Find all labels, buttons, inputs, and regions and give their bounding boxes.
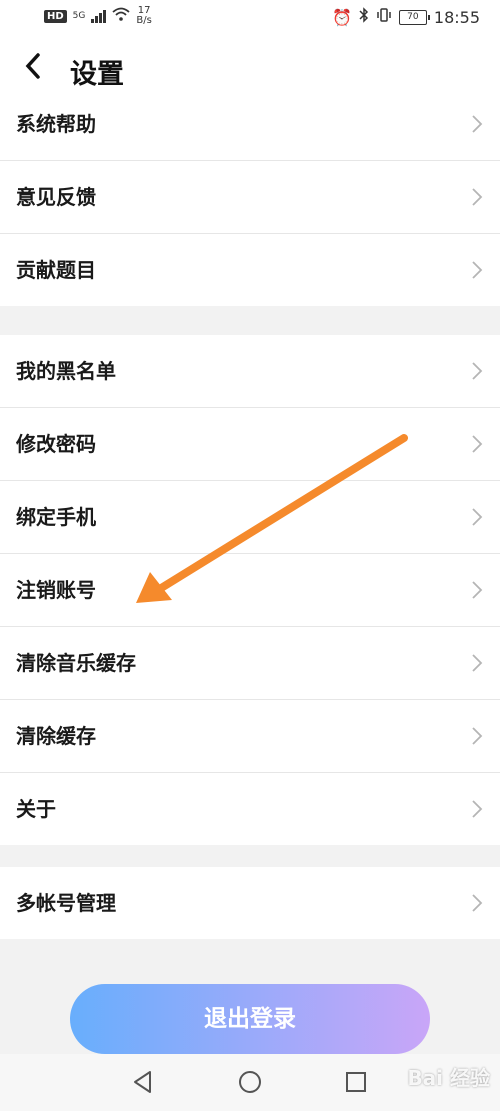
- battery-icon: 70: [398, 9, 430, 25]
- hd-icon: HD: [44, 9, 67, 23]
- settings-item-blacklist[interactable]: 我的黑名单: [0, 335, 500, 408]
- chevron-right-icon: [470, 892, 484, 914]
- settings-item-label: 多帐号管理: [16, 891, 116, 915]
- settings-group-3: 多帐号管理: [0, 867, 500, 939]
- settings-item-label: 修改密码: [16, 432, 96, 456]
- clock: 18:55: [433, 7, 480, 27]
- settings-item-label: 意见反馈: [16, 185, 96, 209]
- chevron-right-icon: [470, 725, 484, 747]
- bluetooth-icon: [359, 7, 369, 27]
- signal-icon: [91, 9, 107, 23]
- chevron-right-icon: [470, 506, 484, 528]
- settings-item-about[interactable]: 关于: [0, 773, 500, 845]
- settings-item-multi-account[interactable]: 多帐号管理: [0, 867, 500, 939]
- chevron-right-icon: [470, 652, 484, 674]
- settings-item-label: 关于: [16, 797, 56, 821]
- settings-item-label: 系统帮助: [16, 112, 96, 136]
- alarm-icon: ⏰: [331, 7, 352, 27]
- settings-item-clear-music-cache[interactable]: 清除音乐缓存: [0, 627, 500, 700]
- chevron-right-icon: [470, 113, 484, 135]
- speed-unit: B/s: [136, 15, 152, 26]
- settings-item-feedback[interactable]: 意见反馈: [0, 161, 500, 234]
- status-bar: HD 5G 17 B/s ⏰ 70 18:55: [0, 0, 500, 36]
- vibrate-icon: [376, 7, 392, 27]
- settings-group-1: 系统帮助 意见反馈 贡献题目: [0, 88, 500, 306]
- chevron-right-icon: [470, 259, 484, 281]
- wifi-icon: [112, 7, 130, 25]
- chevron-right-icon: [470, 579, 484, 601]
- settings-item-clear-cache[interactable]: 清除缓存: [0, 700, 500, 773]
- settings-item-label: 贡献题目: [16, 258, 96, 282]
- settings-group-2: 我的黑名单 修改密码 绑定手机 注销账号 清除音乐缓存 清除缓存 关于: [0, 335, 500, 845]
- settings-item-delete-account[interactable]: 注销账号: [0, 554, 500, 627]
- network-type: 5G: [72, 11, 86, 21]
- settings-item-label: 绑定手机: [16, 505, 96, 529]
- network-speed: 17 B/s: [136, 6, 151, 26]
- settings-item-system-help[interactable]: 系统帮助: [0, 88, 500, 161]
- chevron-right-icon: [470, 798, 484, 820]
- settings-item-label: 我的黑名单: [16, 359, 116, 383]
- nav-back-icon[interactable]: [130, 1069, 156, 1095]
- chevron-right-icon: [470, 433, 484, 455]
- settings-item-label: 清除音乐缓存: [16, 651, 136, 675]
- watermark-logo: Bai 经验: [407, 1066, 490, 1090]
- nav-recents-icon[interactable]: [343, 1069, 369, 1095]
- chevron-right-icon: [470, 360, 484, 382]
- settings-item-change-password[interactable]: 修改密码: [0, 408, 500, 481]
- settings-item-label: 注销账号: [16, 578, 96, 602]
- settings-item-bind-phone[interactable]: 绑定手机: [0, 481, 500, 554]
- chevron-right-icon: [470, 186, 484, 208]
- settings-item-contribute-question[interactable]: 贡献题目: [0, 234, 500, 306]
- back-button[interactable]: [22, 51, 50, 87]
- chevron-left-icon: [25, 53, 40, 79]
- nav-home-icon[interactable]: [237, 1069, 263, 1095]
- settings-item-label: 清除缓存: [16, 724, 96, 748]
- page-title: 设置: [70, 59, 124, 90]
- logout-button[interactable]: 退出登录: [70, 984, 430, 1054]
